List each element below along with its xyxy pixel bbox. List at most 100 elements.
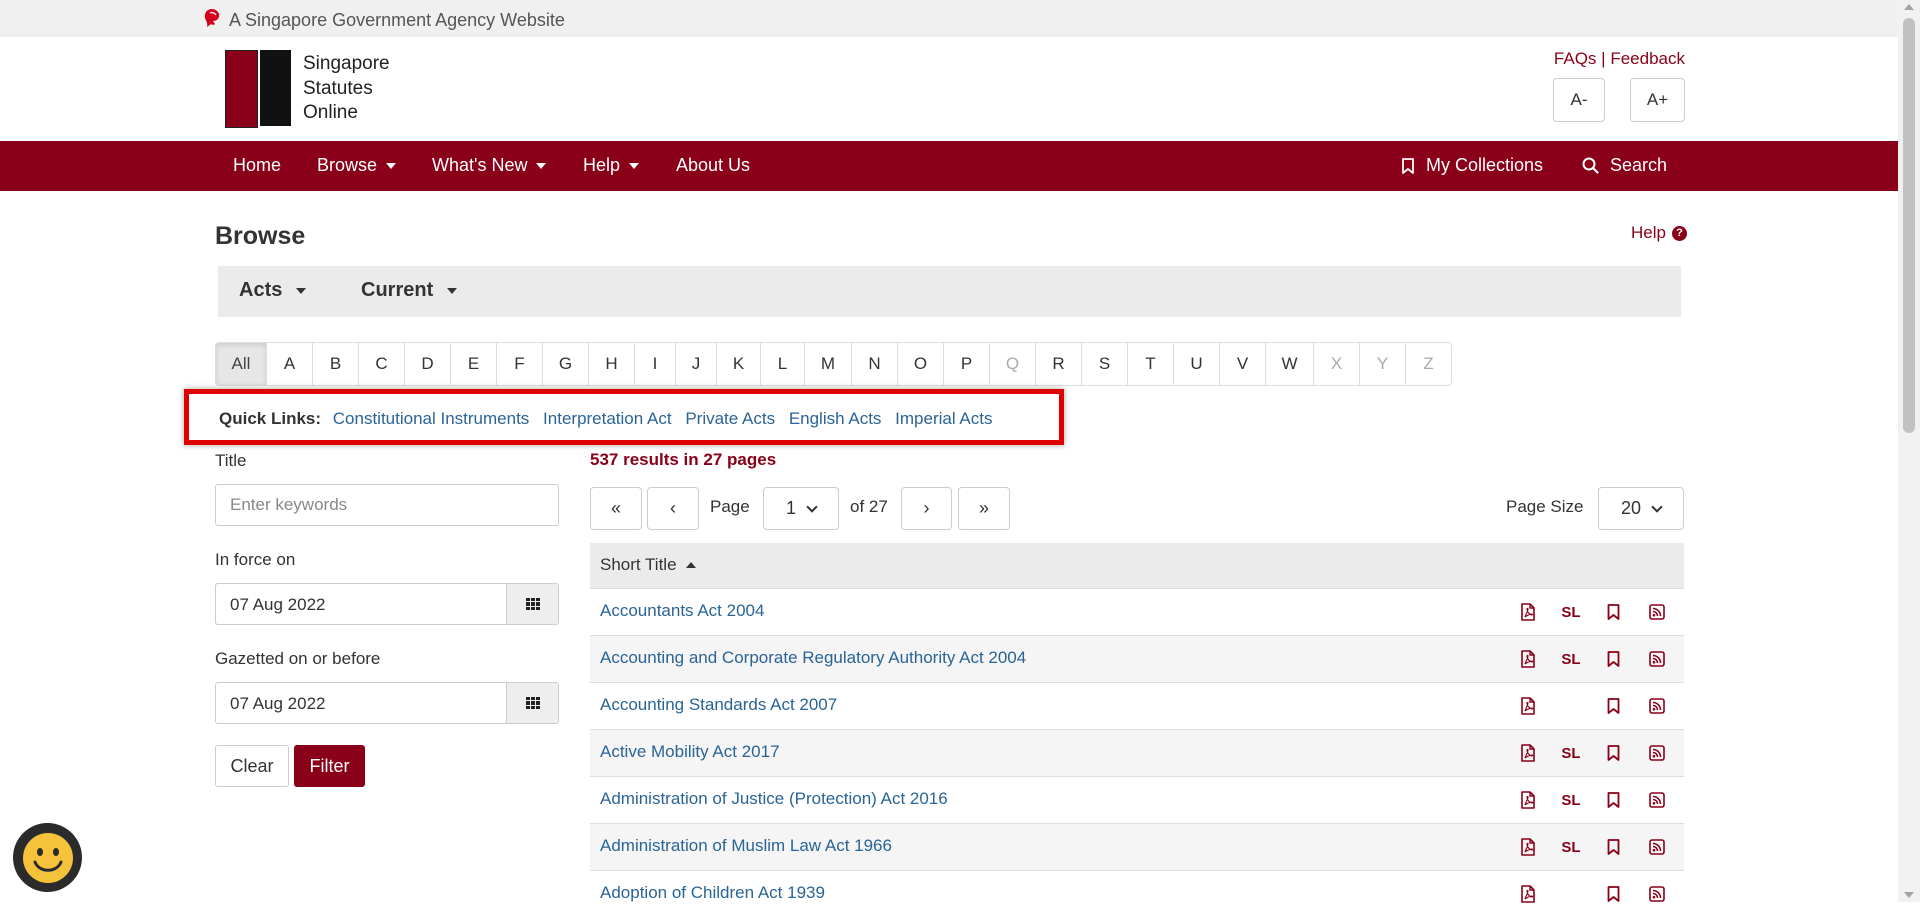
bookmark-icon[interactable]: [1605, 743, 1621, 763]
alpha-filter-n[interactable]: N: [852, 343, 898, 385]
alpha-filter-s[interactable]: S: [1082, 343, 1128, 385]
alpha-filter-f[interactable]: F: [497, 343, 543, 385]
in-force-calendar-button[interactable]: [506, 584, 558, 624]
subsidiary-legislation-icon[interactable]: SL: [1559, 602, 1583, 622]
alpha-filter-l[interactable]: L: [761, 343, 805, 385]
act-title-link[interactable]: Active Mobility Act 2017: [600, 742, 780, 762]
page-scrollbar[interactable]: [1898, 0, 1920, 902]
quick-link-interpretation-act[interactable]: Interpretation Act: [543, 409, 672, 428]
faqs-link[interactable]: FAQs: [1554, 49, 1597, 68]
scroll-up-icon[interactable]: [1904, 4, 1914, 10]
bookmark-icon[interactable]: [1605, 602, 1621, 622]
subsidiary-legislation-icon[interactable]: SL: [1559, 790, 1583, 810]
filter-button[interactable]: Filter: [294, 745, 365, 787]
gazetted-calendar-button[interactable]: [506, 683, 558, 723]
bookmark-icon[interactable]: [1605, 649, 1621, 669]
act-title-link[interactable]: Accounting Standards Act 2007: [600, 695, 837, 715]
scrollbar-thumb[interactable]: [1903, 18, 1915, 433]
alpha-filter-e[interactable]: E: [451, 343, 497, 385]
nav-help[interactable]: Help: [583, 155, 640, 176]
alpha-filter-all[interactable]: All: [216, 343, 267, 385]
rss-icon[interactable]: [1648, 743, 1666, 763]
subsidiary-legislation-icon[interactable]: SL: [1559, 743, 1583, 763]
subsidiary-legislation-icon[interactable]: SL: [1559, 837, 1583, 857]
act-title-link[interactable]: Administration of Justice (Protection) A…: [600, 789, 948, 809]
first-page-button[interactable]: «: [590, 487, 642, 530]
legislation-type-dropdown[interactable]: Acts: [239, 279, 307, 302]
alpha-filter-i[interactable]: I: [635, 343, 676, 385]
bookmark-icon[interactable]: [1605, 837, 1621, 857]
next-page-button[interactable]: ›: [901, 487, 952, 530]
page-size-select[interactable]: 20: [1598, 487, 1684, 530]
pdf-icon[interactable]: [1518, 696, 1538, 716]
quick-link-english-acts[interactable]: English Acts: [789, 409, 882, 428]
act-title-link[interactable]: Adoption of Children Act 1939: [600, 883, 825, 903]
rss-icon[interactable]: [1648, 602, 1666, 622]
status-dropdown[interactable]: Current: [361, 279, 458, 302]
logo-bar-black: [260, 50, 291, 126]
alpha-filter-h[interactable]: H: [589, 343, 635, 385]
alpha-filter-c[interactable]: C: [359, 343, 405, 385]
pdf-icon[interactable]: [1518, 790, 1538, 810]
quick-link-constitutional-instruments[interactable]: Constitutional Instruments: [333, 409, 530, 428]
last-page-button[interactable]: »: [958, 487, 1010, 530]
alpha-filter-w[interactable]: W: [1266, 343, 1314, 385]
page-size-value: 20: [1620, 498, 1642, 518]
clear-button[interactable]: Clear: [215, 745, 289, 787]
nav-browse[interactable]: Browse: [317, 155, 397, 176]
alpha-filter-k[interactable]: K: [717, 343, 761, 385]
scroll-down-icon[interactable]: [1904, 892, 1914, 898]
bookmark-icon[interactable]: [1605, 884, 1621, 904]
gazetted-date-input[interactable]: 07 Aug 2022: [215, 682, 559, 724]
pdf-icon[interactable]: [1518, 837, 1538, 857]
title-search-input[interactable]: Enter keywords: [215, 484, 559, 526]
alpha-filter-v[interactable]: V: [1220, 343, 1266, 385]
rss-icon[interactable]: [1648, 837, 1666, 857]
nav-about[interactable]: About Us: [676, 155, 750, 176]
nav-search[interactable]: Search: [1582, 155, 1667, 176]
rss-icon[interactable]: [1648, 649, 1666, 669]
alpha-filter-r[interactable]: R: [1036, 343, 1082, 385]
font-decrease-button[interactable]: A-: [1553, 78, 1605, 122]
alpha-filter-j[interactable]: J: [676, 343, 717, 385]
bookmark-icon[interactable]: [1605, 696, 1621, 716]
quick-link-private-acts[interactable]: Private Acts: [685, 409, 775, 428]
short-title-column-header[interactable]: Short Title: [600, 555, 696, 575]
bookmark-icon[interactable]: [1605, 790, 1621, 810]
alpha-filter-u[interactable]: U: [1174, 343, 1220, 385]
alpha-filter-m[interactable]: M: [805, 343, 852, 385]
act-title-link[interactable]: Accounting and Corporate Regulatory Auth…: [600, 648, 1026, 668]
prev-page-button[interactable]: ‹: [647, 487, 699, 530]
alpha-filter-b[interactable]: B: [313, 343, 359, 385]
act-title-link[interactable]: Accountants Act 2004: [600, 601, 764, 621]
alpha-filter-o[interactable]: O: [898, 343, 944, 385]
pdf-icon[interactable]: [1518, 743, 1538, 763]
quick-link-imperial-acts[interactable]: Imperial Acts: [895, 409, 992, 428]
page-title: Browse: [215, 222, 306, 250]
alpha-filter-t[interactable]: T: [1128, 343, 1174, 385]
alpha-filter-g[interactable]: G: [543, 343, 589, 385]
nav-my-collections[interactable]: My Collections: [1402, 155, 1543, 176]
alpha-filter-p[interactable]: P: [944, 343, 990, 385]
nav-home[interactable]: Home: [233, 155, 281, 176]
rss-icon[interactable]: [1648, 696, 1666, 716]
feedback-link[interactable]: Feedback: [1610, 49, 1685, 68]
act-title-link[interactable]: Administration of Muslim Law Act 1966: [600, 836, 892, 856]
alpha-filter-d[interactable]: D: [405, 343, 451, 385]
rss-icon[interactable]: [1648, 884, 1666, 904]
quick-links: Quick Links: Constitutional Instruments …: [219, 409, 1001, 429]
chat-bot-button[interactable]: [13, 823, 82, 892]
alpha-filter-a[interactable]: A: [267, 343, 313, 385]
subsidiary-legislation-icon[interactable]: SL: [1559, 649, 1583, 669]
in-force-date-input[interactable]: 07 Aug 2022: [215, 583, 559, 625]
pdf-icon[interactable]: [1518, 884, 1538, 904]
search-icon: [1582, 157, 1599, 174]
page-select[interactable]: 1: [763, 487, 839, 530]
rss-icon[interactable]: [1648, 790, 1666, 810]
pdf-icon[interactable]: [1518, 649, 1538, 669]
pdf-icon[interactable]: [1518, 602, 1538, 622]
font-increase-button[interactable]: A+: [1630, 78, 1685, 122]
nav-whats-new[interactable]: What's New: [432, 155, 547, 176]
alpha-filter-y: Y: [1360, 343, 1406, 385]
page-help-link[interactable]: Help ?: [1631, 223, 1687, 243]
